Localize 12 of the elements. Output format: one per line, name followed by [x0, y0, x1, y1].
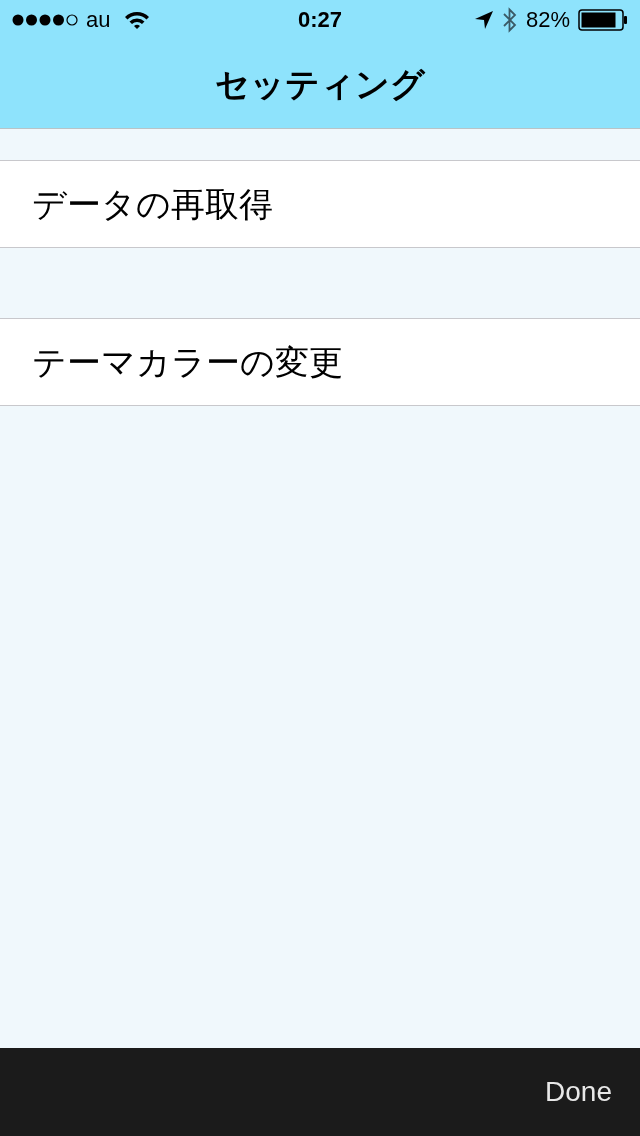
battery-percentage: 82% [525, 9, 570, 31]
wifi-icon [124, 10, 151, 30]
location-arrow-icon [473, 10, 494, 30]
navigation-title: セッティング [215, 67, 425, 101]
status-time: 0:27 [298, 9, 342, 31]
battery-icon [578, 9, 628, 31]
carrier-name: au [86, 9, 111, 31]
settings-row[interactable]: テーマカラーの変更 [0, 319, 640, 405]
settings-row[interactable]: データの再取得 [0, 161, 640, 247]
bluetooth-icon [501, 7, 518, 33]
done-button[interactable]: Done [545, 1071, 612, 1113]
signal-icon [12, 13, 80, 27]
